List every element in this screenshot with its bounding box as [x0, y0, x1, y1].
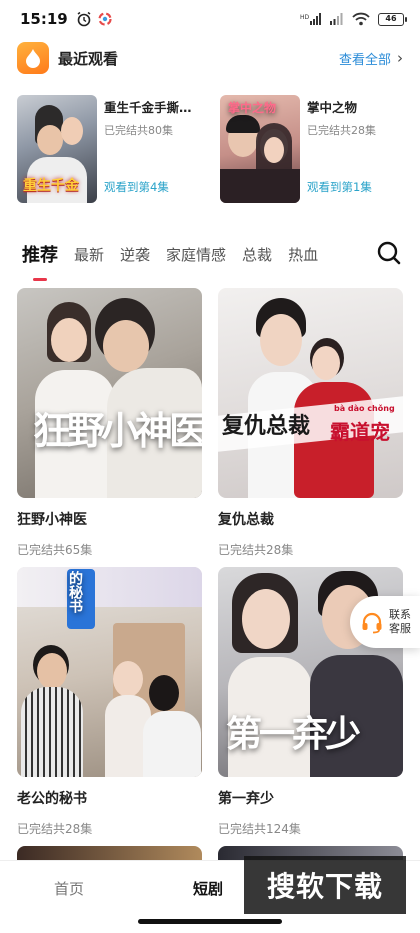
- drama-poster: 狂野小神医: [17, 288, 202, 498]
- customer-service-label: 联系客服: [389, 608, 411, 635]
- search-icon[interactable]: [376, 240, 402, 266]
- drama-poster-title: 复仇总裁: [222, 413, 311, 439]
- drama-meta: 已完结共28集: [218, 543, 294, 557]
- drama-title: 老公的秘书: [17, 791, 87, 807]
- customer-service-button[interactable]: 联系客服: [350, 596, 420, 648]
- tab-ceo[interactable]: 总裁: [242, 244, 272, 265]
- drama-poster-title: 第一弃少: [226, 713, 361, 755]
- chevron-right-icon: ›: [397, 49, 403, 67]
- recent-meta: 已完结共28集: [307, 124, 376, 137]
- wifi-icon: [352, 12, 370, 26]
- headset-icon: [362, 612, 382, 634]
- drama-poster: 复仇总裁 霸道宠 bà dào chǒng: [218, 288, 403, 498]
- watermark: 搜软下载: [244, 856, 406, 914]
- drama-poster-pinyin: bà dào chǒng: [334, 404, 395, 413]
- app-notification-icon: [98, 12, 112, 26]
- tab-label: 推荐: [22, 245, 58, 266]
- signal-icon: HD: [300, 13, 321, 25]
- recent-info: 掌中之物 已完结共28集 观看到第1集: [307, 95, 403, 203]
- drama-poster-subtitle: 霸道宠: [330, 420, 390, 444]
- recent-name: 掌中之物: [307, 100, 358, 115]
- recent-meta: 已完结共80集: [104, 124, 173, 137]
- tab-action[interactable]: 热血: [288, 244, 318, 265]
- recent-card[interactable]: 掌中之物 掌中之物 已完结共28集 观看到第1集: [220, 95, 403, 203]
- status-bar: 15:19 HD 46: [0, 0, 420, 38]
- signal-2-icon: [330, 13, 343, 25]
- drama-title: 狂野小神医: [17, 512, 87, 528]
- recent-header: 最近观看 查看全部 ›: [17, 42, 403, 74]
- drama-card[interactable]: 复仇总裁 霸道宠 bà dào chǒng 复仇总裁 已完结共28集: [218, 288, 403, 558]
- recent-info: 重生千金手撕… 已完结共80集 观看到第4集: [104, 95, 200, 203]
- tab-recommend[interactable]: 推荐: [22, 241, 58, 281]
- drama-poster-title: 狂野小神医: [33, 408, 202, 453]
- nav-drama[interactable]: 短剧: [193, 878, 223, 899]
- recent-name: 重生千金手撕…: [104, 100, 192, 115]
- nav-home[interactable]: 首页: [54, 878, 84, 899]
- svg-text:HD: HD: [300, 14, 310, 21]
- recent-progress: 观看到第4集: [104, 180, 169, 194]
- drama-meta: 已完结共124集: [218, 822, 301, 836]
- drama-meta: 已完结共28集: [17, 822, 93, 836]
- recent-poster-title: 重生千金: [23, 178, 79, 194]
- tab-latest[interactable]: 最新: [74, 244, 104, 265]
- flame-icon: [26, 49, 40, 68]
- drama-title: 复仇总裁: [218, 512, 274, 528]
- recent-progress: 观看到第1集: [307, 180, 372, 194]
- tab-comeback[interactable]: 逆袭: [120, 244, 150, 265]
- view-all-label: 查看全部: [338, 52, 391, 68]
- status-time: 15:19: [20, 10, 68, 28]
- recent-title: 最近观看: [58, 49, 119, 68]
- recent-card[interactable]: 重生千金 重生千金手撕… 已完结共80集 观看到第4集: [17, 95, 200, 203]
- alarm-icon: [77, 11, 91, 27]
- drama-poster: 的秘书: [17, 567, 202, 777]
- view-all-link[interactable]: 查看全部 ›: [339, 49, 403, 68]
- home-indicator: [138, 919, 282, 924]
- tab-family[interactable]: 家庭情感: [166, 244, 226, 265]
- tab-active-indicator: [33, 278, 47, 281]
- recent-poster: 重生千金: [17, 95, 97, 203]
- category-tabs: 推荐 最新 逆袭 家庭情感 总裁 热血: [0, 232, 420, 281]
- recent-poster-title: 掌中之物: [228, 101, 277, 115]
- drama-card[interactable]: 的秘书 老公的秘书 已完结共28集: [17, 567, 202, 837]
- drama-poster-title: 的秘书: [67, 571, 83, 613]
- recent-row: 重生千金 重生千金手撕… 已完结共80集 观看到第4集 掌中之物 掌中之物 已完…: [17, 95, 403, 203]
- drama-meta: 已完结共65集: [17, 543, 93, 557]
- recent-poster: 掌中之物: [220, 95, 300, 203]
- drama-title: 第一弃少: [218, 791, 274, 807]
- drama-card[interactable]: 狂野小神医 狂野小神医 已完结共65集: [17, 288, 202, 558]
- battery-icon: 46: [378, 12, 407, 26]
- app-logo: [17, 42, 49, 74]
